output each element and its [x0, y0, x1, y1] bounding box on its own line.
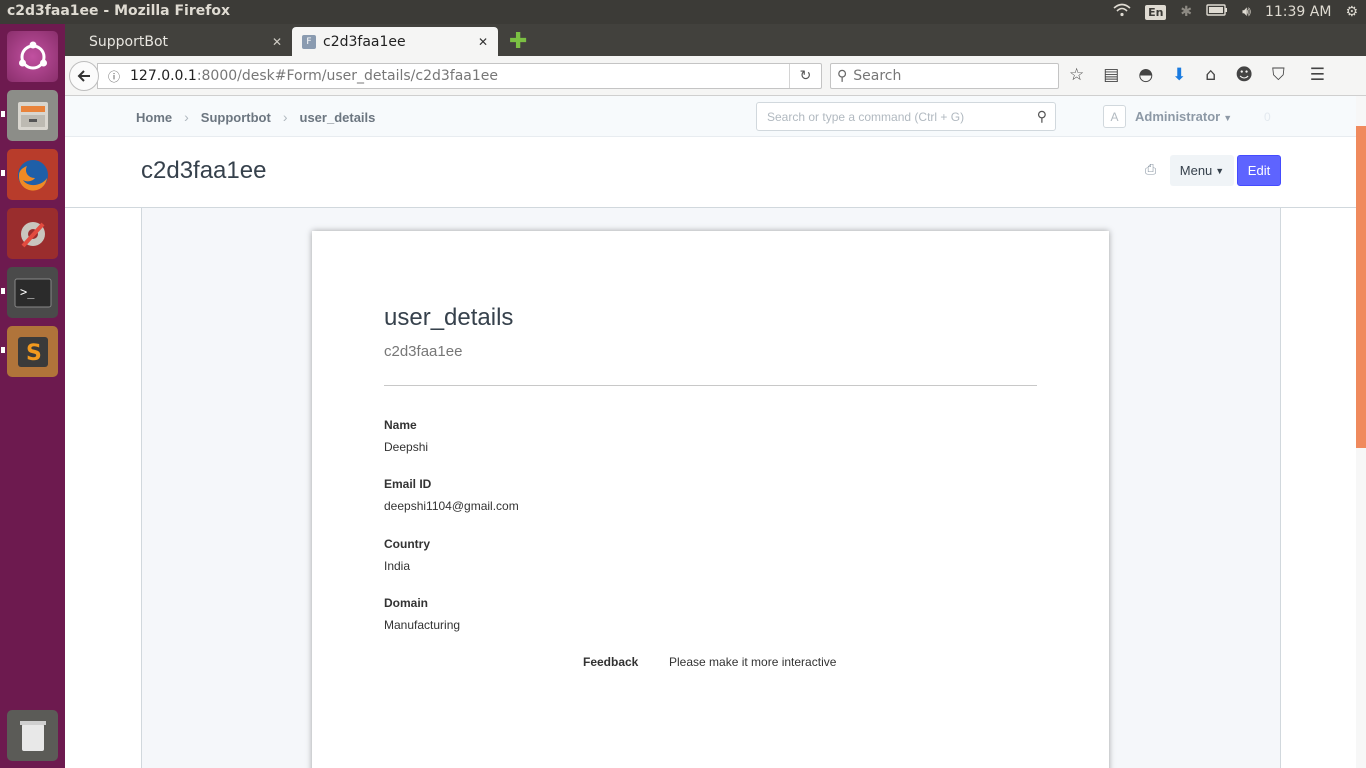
awesome-bar-input[interactable]: Search or type a command (Ctrl + G) ⚲	[756, 102, 1056, 131]
print-format-sheet: user_details c2d3faa1ee Name Deepshi Ema…	[312, 231, 1109, 768]
new-tab-plus-icon[interactable]: ✚	[509, 29, 527, 54]
trash-icon[interactable]	[7, 710, 58, 761]
field-label-domain: Domain	[384, 596, 429, 610]
browser-navigation-bar: ⓘ 127.0.0.1:8000/desk#Form/user_details/…	[65, 56, 1366, 96]
window-title: c2d3faa1ee - Mozilla Firefox	[7, 3, 230, 19]
menu-label: Menu	[1179, 163, 1213, 178]
clock[interactable]: 11:39 AM	[1265, 4, 1331, 20]
document-name: c2d3faa1ee	[384, 343, 463, 360]
field-value-name: Deepshi	[384, 440, 429, 454]
url-bar[interactable]: ⓘ 127.0.0.1:8000/desk#Form/user_details/…	[97, 63, 822, 89]
reload-icon[interactable]: ↻	[789, 64, 821, 88]
downloads-icon[interactable]: ⬇	[1172, 65, 1186, 85]
sublime-text-icon[interactable]: S	[7, 326, 58, 377]
avatar[interactable]: A	[1103, 105, 1126, 128]
field-label-feedback: Feedback	[583, 655, 639, 669]
search-icon: ⚲	[1036, 108, 1047, 124]
ubuntu-dash-icon[interactable]	[7, 31, 58, 82]
menu-button[interactable]: Menu ▼	[1170, 155, 1234, 186]
tab-supportbot[interactable]: SupportBot ✕	[77, 27, 292, 56]
breadcrumb-user-details[interactable]: user_details	[300, 110, 376, 125]
unity-launcher: >_ S	[0, 24, 65, 768]
field-value-country: India	[384, 559, 411, 573]
site-info-icon[interactable]: ⓘ	[108, 68, 120, 85]
settings-gear-icon[interactable]: ⚙	[1345, 4, 1358, 20]
tab-label: SupportBot	[89, 33, 169, 50]
search-placeholder: Search	[853, 68, 902, 84]
hello-chat-icon[interactable]: ☻	[1235, 65, 1253, 85]
user-name: Administrator	[1135, 109, 1221, 124]
field-value-feedback: Please make it more interactive	[669, 655, 837, 669]
scrollbar-thumb[interactable]	[1356, 126, 1366, 448]
search-icon: ⚲	[837, 68, 848, 84]
tab-label: c2d3faa1ee	[323, 33, 406, 50]
files-icon[interactable]	[7, 90, 58, 141]
bookmark-star-icon[interactable]: ☆	[1069, 65, 1084, 85]
field-value-domain: Manufacturing	[384, 618, 461, 632]
breadcrumb: Home › Supportbot › user_details	[136, 109, 375, 125]
volume-icon[interactable]: 🔊︎	[1242, 4, 1251, 20]
svg-text:>_: >_	[20, 285, 35, 299]
system-top-panel: c2d3faa1ee - Mozilla Firefox En ✱ 🔊︎ 11:…	[0, 0, 1366, 24]
print-icon[interactable]: ⎙	[1145, 161, 1156, 178]
edit-button[interactable]: Edit	[1237, 155, 1281, 186]
notification-count[interactable]: 0	[1264, 110, 1271, 124]
field-label-country: Country	[384, 537, 430, 551]
chevron-right-icon: ›	[184, 109, 189, 125]
breadcrumb-home[interactable]: Home	[136, 110, 172, 125]
tab-c2d3faa1ee[interactable]: F c2d3faa1ee ✕	[292, 27, 498, 56]
reading-list-icon[interactable]: ▤	[1103, 65, 1119, 85]
back-arrow-icon[interactable]	[69, 61, 99, 91]
frappe-favicon-icon: F	[302, 34, 316, 49]
field-label-email: Email ID	[384, 477, 432, 491]
system-settings-icon[interactable]	[7, 208, 58, 259]
field-value-email: deepshi1104@gmail.com	[384, 499, 519, 513]
page-head: c2d3faa1ee ⎙ Menu ▼ Edit	[65, 137, 1356, 208]
browser-tab-strip: SupportBot ✕ F c2d3faa1ee ✕ ✚	[65, 24, 1366, 56]
shield-icon[interactable]: ⛉	[1272, 65, 1285, 85]
terminal-icon[interactable]: >_	[7, 267, 58, 318]
firefox-icon[interactable]	[7, 149, 58, 200]
bluetooth-icon[interactable]: ✱	[1180, 4, 1192, 20]
doctype-heading: user_details	[384, 304, 514, 331]
caret-down-icon: ▼	[1215, 165, 1225, 176]
tab-close-icon[interactable]: ✕	[478, 35, 488, 49]
field-label-name: Name	[384, 418, 417, 432]
browser-search-input[interactable]: ⚲ Search	[830, 63, 1059, 89]
system-tray: En ✱ 🔊︎ 11:39 AM ⚙	[1113, 0, 1358, 24]
caret-down-icon: ▼	[1223, 113, 1233, 123]
pocket-icon[interactable]: ◓	[1138, 65, 1153, 85]
divider	[384, 385, 1037, 386]
web-page: Home › Supportbot › user_details Search …	[65, 96, 1356, 768]
url-path: :8000/desk#Form/user_details/c2d3faa1ee	[196, 68, 499, 84]
home-icon[interactable]: ⌂	[1205, 65, 1216, 85]
breadcrumb-supportbot[interactable]: Supportbot	[201, 110, 271, 125]
svg-text:S: S	[26, 341, 42, 366]
desk-navbar: Home › Supportbot › user_details Search …	[65, 96, 1356, 137]
battery-icon[interactable]	[1206, 4, 1228, 20]
tab-close-icon[interactable]: ✕	[272, 35, 282, 49]
url-host: 127.0.0.1	[130, 68, 197, 84]
hamburger-menu-icon[interactable]: ☰	[1310, 65, 1325, 85]
toolbar-icons: ☆ ▤ ◓ ⬇ ⌂ ☻ ⛉ ☰	[1069, 65, 1325, 85]
awesome-bar-placeholder: Search or type a command (Ctrl + G)	[767, 109, 965, 124]
page-title: c2d3faa1ee	[141, 157, 267, 184]
wifi-icon[interactable]	[1113, 3, 1131, 21]
user-menu[interactable]: Administrator ▼	[1135, 109, 1232, 124]
keyboard-layout-indicator[interactable]: En	[1145, 4, 1167, 20]
chevron-right-icon: ›	[282, 109, 288, 125]
